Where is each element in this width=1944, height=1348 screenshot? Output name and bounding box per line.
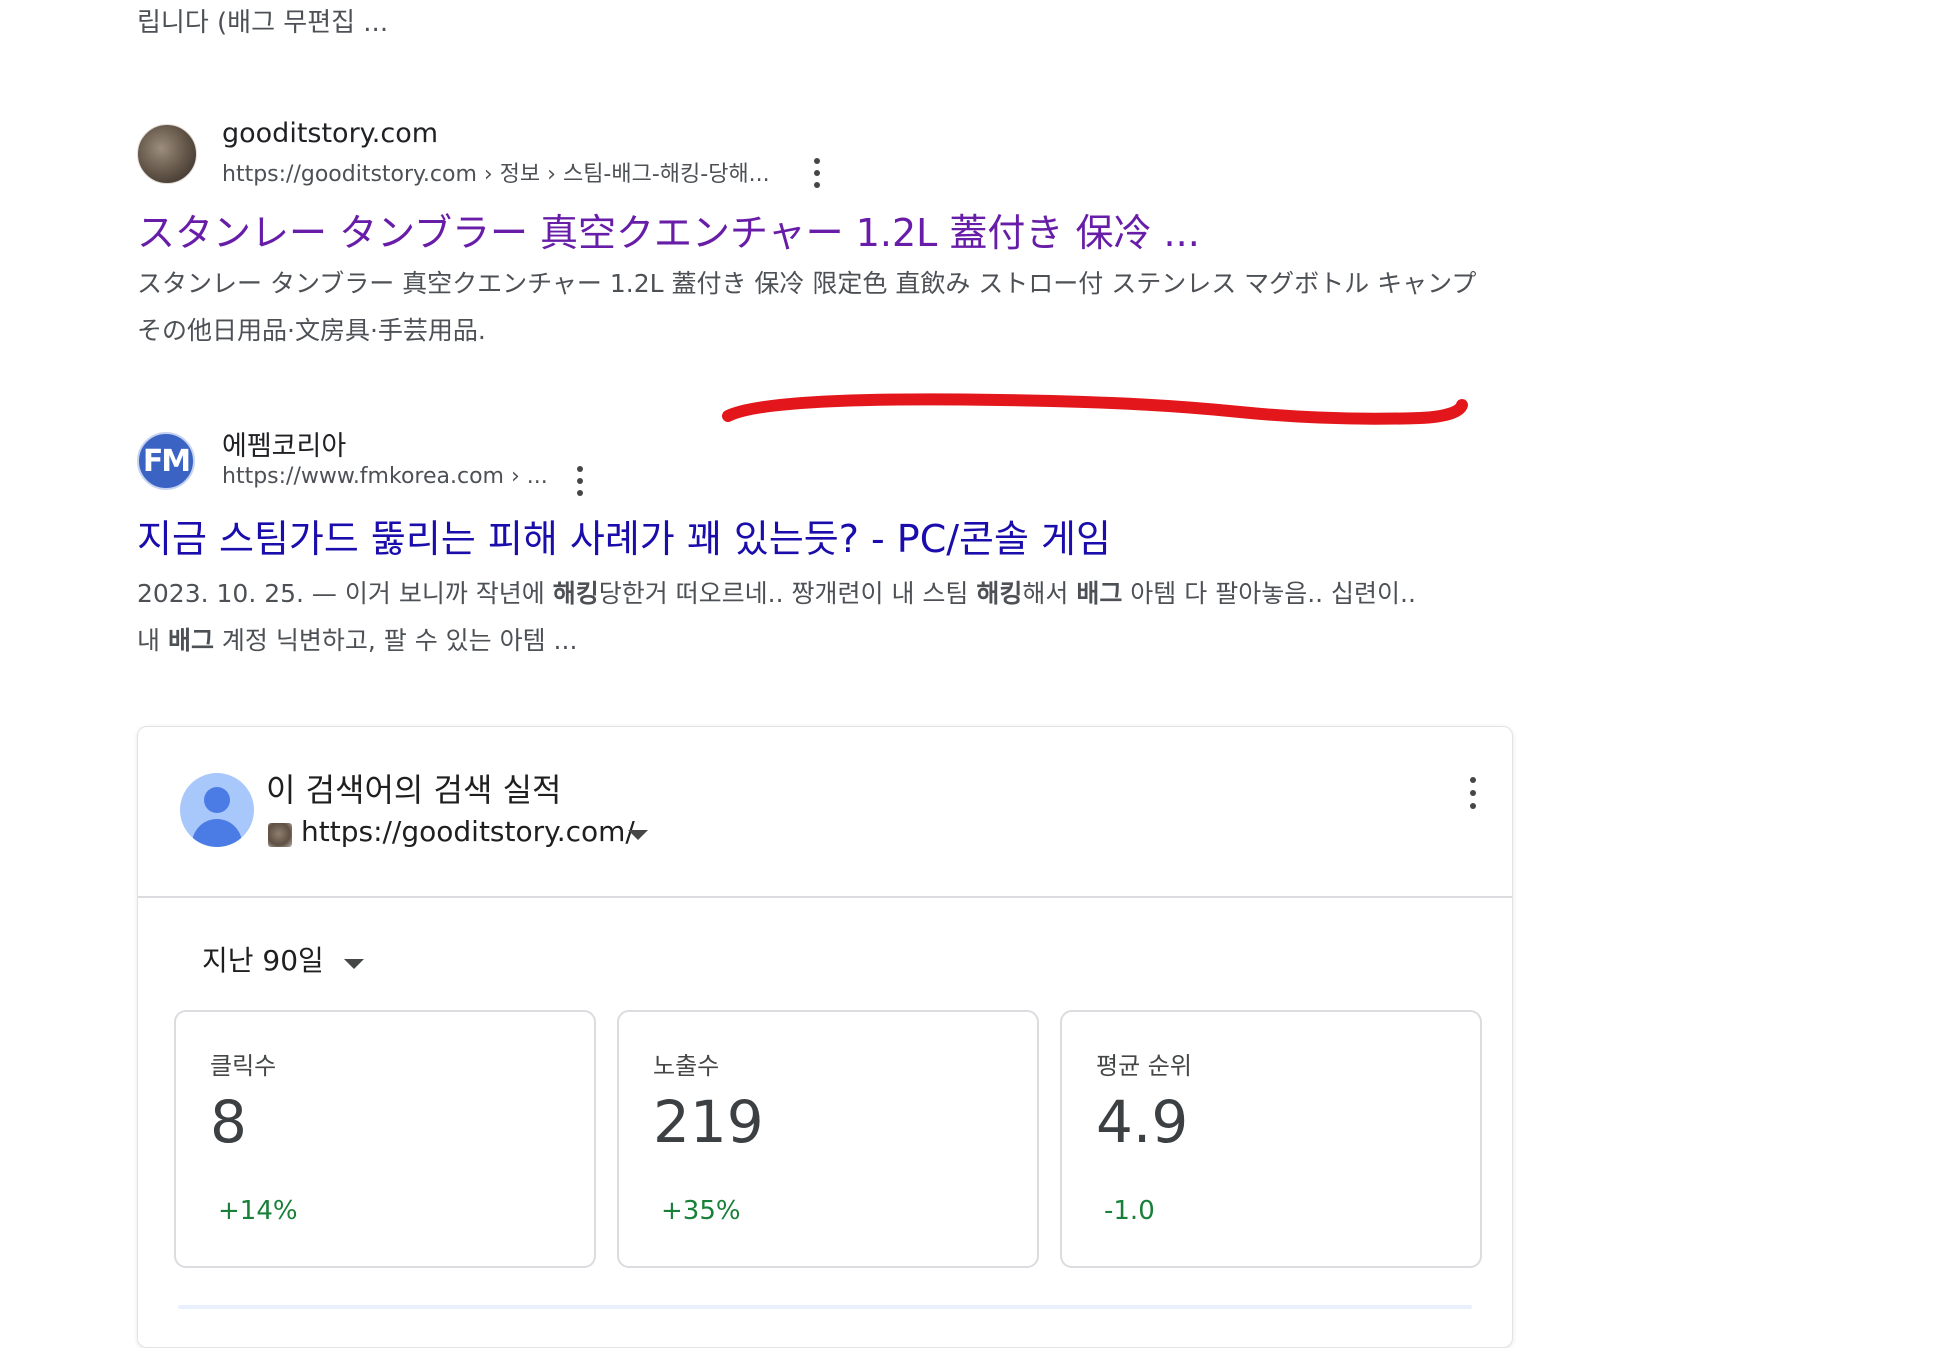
- fmkorea-favicon-icon[interactable]: FM: [137, 432, 195, 490]
- snippet-text: 2023. 10. 25. — 이거 보니까 작년에: [137, 579, 553, 608]
- annotation-stroke: [722, 393, 1468, 425]
- account-avatar-icon[interactable]: [180, 773, 254, 847]
- date-range-selector[interactable]: 지난 90일: [202, 939, 324, 979]
- snippet-text: 당한거 떠오르네.. 짱개련이 내 스팀: [598, 579, 977, 608]
- site-url[interactable]: https://www.fmkorea.com › ...: [222, 464, 548, 489]
- card-more-options-icon[interactable]: [1468, 777, 1478, 809]
- snippet-text: 내: [137, 626, 168, 655]
- metric-value: 8: [210, 1088, 247, 1156]
- snippet-text: 아템 다 팔아놓음.. 십련이..: [1122, 579, 1416, 608]
- site-name[interactable]: 에펨코리아: [222, 424, 346, 463]
- snippet-text: 해서: [1022, 579, 1077, 608]
- snippet-text: 계정 닉변하고, 팔 수 있는 아템 ...: [213, 626, 578, 655]
- metric-card-clicks[interactable]: 클릭수 8 +14%: [174, 1010, 596, 1268]
- result-snippet-line: 내 배그 계정 닉변하고, 팔 수 있는 아템 ...: [137, 617, 577, 664]
- result-snippet-line: 2023. 10. 25. — 이거 보니까 작년에 해킹당한거 떠오르네.. …: [137, 570, 1416, 617]
- snippet-keyword: 배그: [1076, 579, 1123, 608]
- metric-label: 평균 순위: [1096, 1052, 1192, 1080]
- snippet-keyword: 배그: [167, 626, 214, 655]
- date-range-dropdown-icon[interactable]: [344, 959, 364, 969]
- card-divider: [138, 896, 1512, 898]
- metric-delta: -1.0: [1104, 1196, 1155, 1226]
- property-favicon-icon: [268, 823, 292, 847]
- metric-delta: +14%: [218, 1196, 298, 1226]
- card-bottom-strip: [178, 1305, 1472, 1309]
- metric-value: 219: [653, 1088, 764, 1156]
- metric-label: 클릭수: [210, 1052, 277, 1080]
- property-dropdown-icon[interactable]: [628, 830, 648, 840]
- metric-card-impressions[interactable]: 노출수 219 +35%: [617, 1010, 1039, 1268]
- search-performance-card: 이 검색어의 검색 실적 https://gooditstory.com/ 지난…: [137, 726, 1513, 1348]
- metric-card-average-position[interactable]: 평균 순위 4.9 -1.0: [1060, 1010, 1482, 1268]
- snippet-keyword: 해킹: [976, 579, 1023, 608]
- property-url-selector[interactable]: https://gooditstory.com/: [301, 815, 635, 848]
- search-result: FM 에펨코리아 https://www.fmkorea.com › ... 지…: [137, 424, 1537, 664]
- card-title: 이 검색어의 검색 실적: [266, 771, 562, 809]
- metric-value: 4.9: [1096, 1088, 1189, 1156]
- snippet-keyword: 해킹: [552, 579, 599, 608]
- metric-delta: +35%: [661, 1196, 741, 1226]
- metric-label: 노출수: [653, 1052, 720, 1080]
- result-title-link[interactable]: 지금 스팀가드 뚫리는 피해 사례가 꽤 있는듯? - PC/콘솔 게임: [137, 508, 1111, 563]
- more-options-icon[interactable]: [575, 466, 585, 496]
